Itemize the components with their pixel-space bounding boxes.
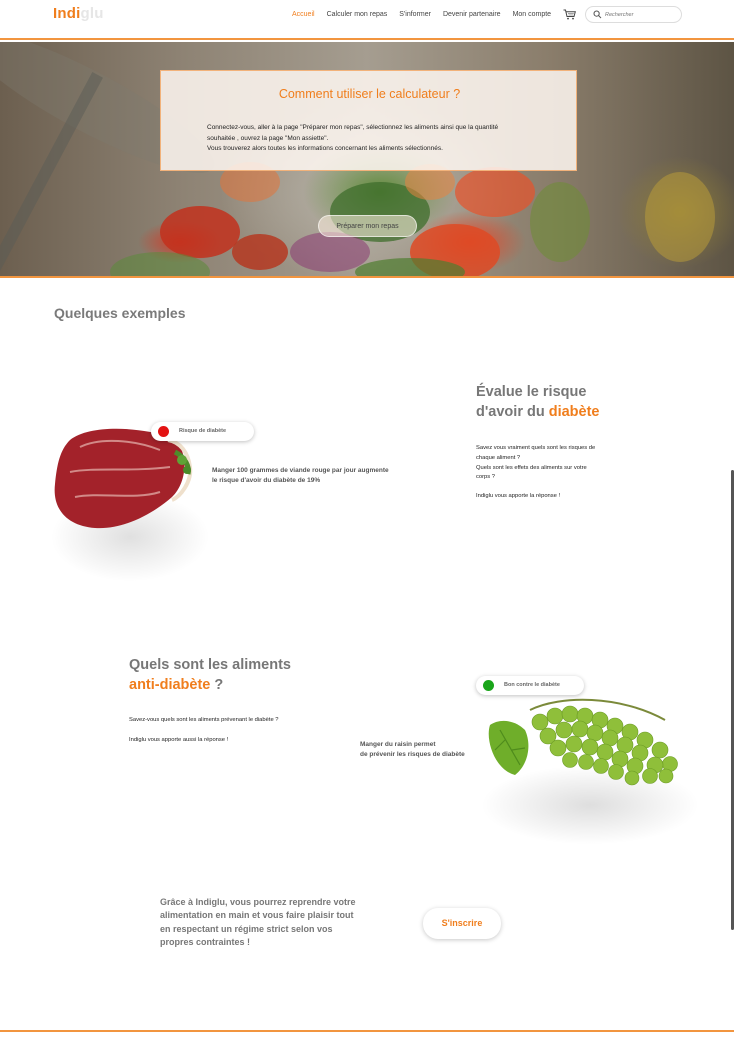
nav-accueil[interactable]: Accueil xyxy=(292,11,315,18)
logo[interactable]: Indiglu xyxy=(53,5,104,22)
how-to-line-3: Vous trouverez alors toutes les informat… xyxy=(207,145,443,152)
diabetes-risk-badge: Risque de diabète xyxy=(151,422,254,441)
red-dot-icon xyxy=(158,426,169,437)
footer-divider xyxy=(0,1030,734,1032)
good-against-diabetes-label: Bon contre le diabète xyxy=(504,682,560,688)
how-to-line-1: Connectez-vous, aller à la page "Prépare… xyxy=(207,124,499,131)
search-box[interactable] xyxy=(585,6,682,23)
grapes-caption-line-1: Manger du raisin permet xyxy=(360,741,436,748)
risk-text-4: corps ? xyxy=(476,474,496,481)
risk-text-1: Savez vous vraiment quels sont les risqu… xyxy=(476,445,596,451)
anti-text-1: Savez-vous quels sont les aliments préve… xyxy=(129,717,279,723)
cta-line-3: en respectant un régime strict selon vos xyxy=(160,923,333,934)
anti-text-2: Indiglu vous apporte aussi la réponse ! xyxy=(129,736,229,743)
search-icon xyxy=(593,10,602,19)
anti-title-line-2b: ? xyxy=(210,677,224,693)
risk-title: Évalue le risque d'avoir du diabète xyxy=(476,382,676,422)
logo-part1: Indi xyxy=(53,5,81,22)
risk-text-5: Indiglu vous apporte la réponse ! xyxy=(476,493,561,500)
nav-calculer[interactable]: Calculer mon repas xyxy=(327,11,388,18)
grapes-image xyxy=(470,670,705,845)
meat-caption-line-1: Manger 100 grammes de viande rouge par j… xyxy=(212,467,389,474)
cta-line-4: propres contraintes ! xyxy=(160,936,251,947)
cta-line-2: alimentation en main et vous faire plais… xyxy=(160,910,354,921)
green-dot-icon xyxy=(483,680,494,691)
meat-caption: Manger 100 grammes de viande rouge par j… xyxy=(212,466,427,486)
cta-line-1: Grâce à Indiglu, vous pourrez reprendre … xyxy=(160,897,356,907)
risk-title-line-2b: diabète xyxy=(548,404,600,420)
nav-sinformer[interactable]: S'informer xyxy=(399,11,431,18)
anti-title-line-1: Quels sont les aliments xyxy=(129,657,291,673)
nav-partenaire[interactable]: Devenir partenaire xyxy=(443,11,501,18)
how-to-box: Comment utiliser le calculateur ? Connec… xyxy=(160,70,577,171)
signup-button[interactable]: S'inscrire xyxy=(423,908,501,939)
how-to-text: Connectez-vous, aller à la page "Prépare… xyxy=(207,123,562,155)
anti-diabetes-title: Quels sont les aliments anti-diabète ? xyxy=(129,655,349,695)
grapes-caption-line-2: de prévenir les risques de diabète xyxy=(360,751,465,758)
risk-title-line-2a: d'avoir du xyxy=(476,404,549,420)
grapes-caption: Manger du raisin permet de prévenir les … xyxy=(360,740,490,760)
logo-part2: glu xyxy=(80,5,104,22)
risk-text: Savez vous vraiment quels sont les risqu… xyxy=(476,444,636,502)
meat-caption-line-2: le risque d'avoir du diabète de 19% xyxy=(212,477,321,484)
cta-text: Grâce à Indiglu, vous pourrez reprendre … xyxy=(160,896,385,949)
header: Indiglu Accueil Calculer mon repas S'inf… xyxy=(0,0,734,40)
good-against-diabetes-badge: Bon contre le diabète xyxy=(476,676,584,695)
how-to-line-2: souhaitée , ouvrez la page "Mon assiette… xyxy=(207,134,329,142)
risk-text-3: Quels sont les effets des aliments sur v… xyxy=(476,464,587,471)
anti-title-line-2a: anti-diabète xyxy=(129,677,211,693)
search-input[interactable] xyxy=(605,9,677,20)
anti-diabetes-text: Savez-vous quels sont les aliments préve… xyxy=(129,716,329,746)
nav-compte[interactable]: Mon compte xyxy=(513,11,552,18)
how-to-title: Comment utiliser le calculateur ? xyxy=(278,87,461,101)
cart-icon[interactable] xyxy=(563,9,576,20)
diabetes-risk-badge-label: Risque de diabète xyxy=(179,428,227,434)
main-nav: Accueil Calculer mon repas S'informer De… xyxy=(292,11,563,18)
risk-text-2: chaque aliment ? xyxy=(476,454,521,461)
examples-title: Quelques exemples xyxy=(54,305,186,321)
prepare-meal-button[interactable]: Préparer mon repas xyxy=(318,215,417,237)
hero-banner: Comment utiliser le calculateur ? Connec… xyxy=(0,42,734,278)
risk-title-line-1: Évalue le risque xyxy=(476,384,587,400)
